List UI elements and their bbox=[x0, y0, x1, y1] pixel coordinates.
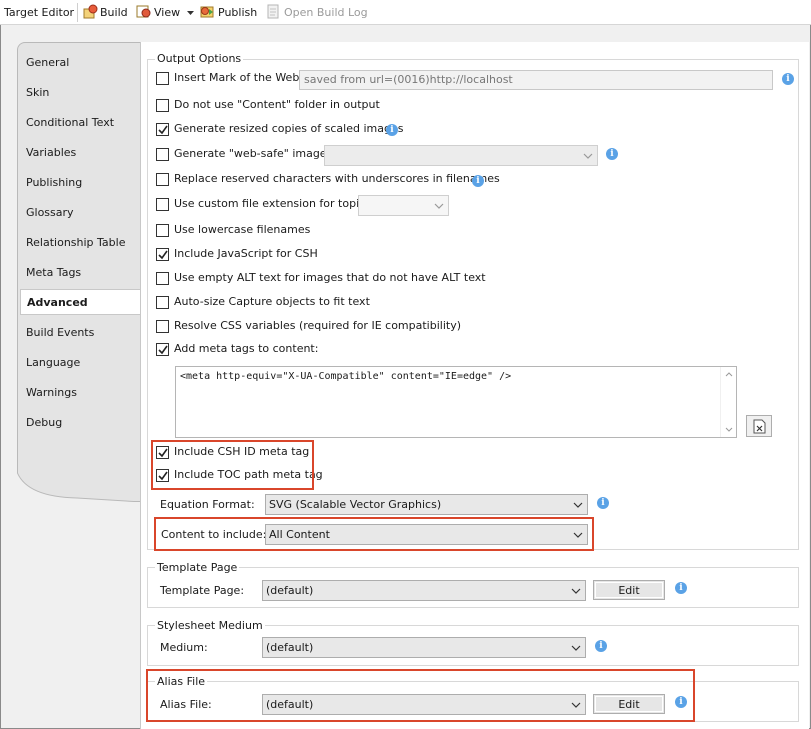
lowercase-checkbox[interactable] bbox=[156, 224, 169, 237]
tab-meta-tags[interactable]: Meta Tags bbox=[25, 260, 141, 286]
build-icon bbox=[83, 4, 98, 19]
tab-language[interactable]: Language bbox=[25, 350, 141, 376]
template-page-title: Template Page bbox=[155, 561, 240, 574]
meta-tags-scrollbar[interactable] bbox=[720, 367, 736, 437]
web-safe-select[interactable] bbox=[324, 145, 598, 166]
custom-extension-checkbox[interactable] bbox=[156, 198, 169, 211]
no-content-folder-checkbox[interactable] bbox=[156, 99, 169, 112]
replace-reserved-label: Replace reserved characters with undersc… bbox=[174, 172, 500, 185]
template-page-label: Template Page: bbox=[160, 584, 245, 597]
highlight-content-include bbox=[154, 517, 594, 551]
javascript-csh-label: Include JavaScript for CSH bbox=[174, 247, 318, 260]
template-page-select[interactable]: (default) bbox=[262, 580, 586, 601]
medium-info-icon[interactable]: i bbox=[595, 640, 607, 652]
template-page-edit-label: Edit bbox=[595, 582, 663, 598]
web-safe-label: Generate "web-safe" images bbox=[174, 147, 333, 160]
highlight-meta-tags bbox=[151, 440, 314, 490]
web-safe-info-icon[interactable]: i bbox=[606, 148, 618, 160]
javascript-csh-checkbox[interactable] bbox=[156, 248, 169, 261]
mark-of-web-input[interactable]: saved from url=(0016)http://localhost bbox=[299, 70, 773, 90]
replace-reserved-info-icon[interactable]: i bbox=[472, 175, 484, 187]
replace-reserved-checkbox[interactable] bbox=[156, 173, 169, 186]
chevron-down-icon bbox=[583, 153, 593, 159]
equation-format-value: SVG (Scalable Vector Graphics) bbox=[269, 498, 442, 511]
tab-relationship-table[interactable]: Relationship Table bbox=[25, 230, 141, 256]
resized-copies-info-icon[interactable]: i bbox=[386, 124, 398, 136]
empty-alt-label: Use empty ALT text for images that do no… bbox=[174, 271, 486, 284]
resized-copies-checkbox[interactable] bbox=[156, 123, 169, 136]
template-page-value: (default) bbox=[266, 584, 314, 597]
chevron-down-icon bbox=[573, 502, 583, 508]
equation-format-select[interactable]: SVG (Scalable Vector Graphics) bbox=[265, 494, 588, 515]
chevron-down-icon bbox=[434, 203, 444, 209]
editor-title: Target Editor bbox=[4, 6, 75, 19]
open-build-log-button[interactable]: Open Build Log bbox=[284, 4, 368, 21]
scroll-up-icon[interactable] bbox=[725, 372, 733, 377]
tab-warnings[interactable]: Warnings bbox=[25, 380, 141, 406]
medium-value: (default) bbox=[266, 641, 314, 654]
tab-glossary[interactable]: Glossary bbox=[25, 200, 141, 226]
resized-copies-label: Generate resized copies of scaled images bbox=[174, 122, 404, 135]
mark-of-web-info-icon[interactable]: i bbox=[782, 73, 794, 85]
tab-general[interactable]: General bbox=[25, 50, 141, 76]
publish-button[interactable]: Publish bbox=[218, 4, 257, 21]
custom-extension-select[interactable] bbox=[358, 195, 449, 216]
meta-tags-text: <meta http-equiv="X-UA-Compatible" conte… bbox=[180, 371, 512, 382]
equation-format-info-icon[interactable]: i bbox=[597, 497, 609, 509]
build-button[interactable]: Build bbox=[100, 4, 128, 21]
toolbar: Target Editor Build View Publish Open Bu… bbox=[0, 0, 811, 25]
highlight-alias-file bbox=[146, 669, 695, 722]
mark-of-web-label: Insert Mark of the Web bbox=[174, 71, 300, 84]
output-options-title: Output Options bbox=[155, 52, 244, 65]
resolve-css-label: Resolve CSS variables (required for IE c… bbox=[174, 319, 461, 332]
template-page-edit-button[interactable]: Edit bbox=[593, 580, 665, 600]
view-dropdown-arrow-icon[interactable] bbox=[187, 11, 194, 15]
template-page-info-icon[interactable]: i bbox=[675, 582, 687, 594]
autosize-capture-checkbox[interactable] bbox=[156, 296, 169, 309]
meta-tags-textarea[interactable]: <meta http-equiv="X-UA-Compatible" conte… bbox=[175, 366, 737, 438]
no-content-folder-label: Do not use "Content" folder in output bbox=[174, 98, 380, 111]
medium-label: Medium: bbox=[160, 641, 208, 654]
tab-variables[interactable]: Variables bbox=[25, 140, 141, 166]
toolbar-separator bbox=[77, 3, 78, 22]
scroll-down-icon[interactable] bbox=[725, 427, 733, 432]
stylesheet-medium-title: Stylesheet Medium bbox=[155, 619, 265, 632]
tab-publishing[interactable]: Publishing bbox=[25, 170, 141, 196]
custom-extension-label: Use custom file extension for topics bbox=[174, 197, 371, 210]
tab-advanced[interactable]: Advanced bbox=[20, 289, 141, 315]
add-meta-checkbox[interactable] bbox=[156, 343, 169, 356]
lowercase-label: Use lowercase filenames bbox=[174, 223, 311, 236]
view-button[interactable]: View bbox=[154, 4, 180, 21]
chevron-down-icon bbox=[571, 645, 581, 651]
empty-alt-checkbox[interactable] bbox=[156, 272, 169, 285]
build-log-icon bbox=[267, 4, 279, 19]
tab-panel-curve bbox=[17, 472, 142, 502]
view-icon bbox=[136, 5, 151, 18]
tab-build-events[interactable]: Build Events bbox=[25, 320, 141, 346]
mark-of-web-checkbox[interactable] bbox=[156, 72, 169, 85]
tab-conditional-text[interactable]: Conditional Text bbox=[25, 110, 141, 136]
tab-debug[interactable]: Debug bbox=[25, 410, 141, 436]
equation-format-label: Equation Format: bbox=[160, 498, 255, 511]
add-meta-label: Add meta tags to content: bbox=[174, 342, 319, 355]
medium-select[interactable]: (default) bbox=[262, 637, 586, 658]
edit-meta-button[interactable] bbox=[746, 415, 772, 437]
web-safe-checkbox[interactable] bbox=[156, 148, 169, 161]
chevron-down-icon bbox=[571, 588, 581, 594]
tab-skin[interactable]: Skin bbox=[25, 80, 141, 106]
document-icon bbox=[753, 419, 766, 434]
resolve-css-checkbox[interactable] bbox=[156, 320, 169, 333]
autosize-capture-label: Auto-size Capture objects to fit text bbox=[174, 295, 370, 308]
publish-icon bbox=[200, 6, 214, 18]
